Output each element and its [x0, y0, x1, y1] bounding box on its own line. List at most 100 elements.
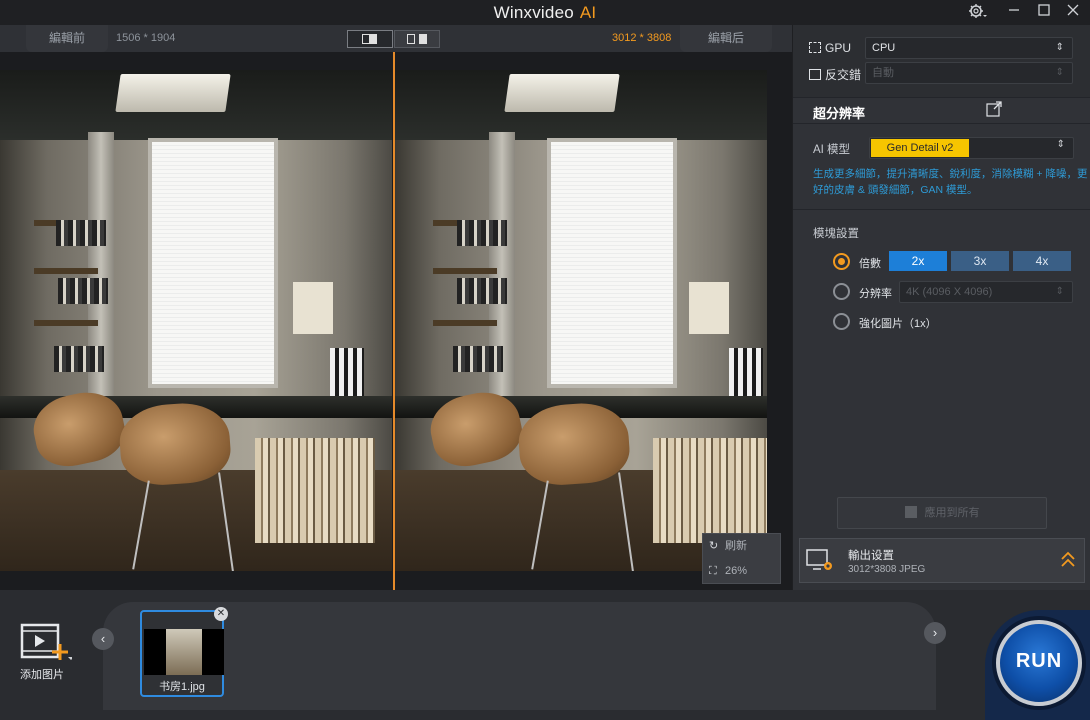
apply-all-label: 應用到所有 [924, 507, 980, 519]
select-arrow-icon: ⇕ [1055, 67, 1064, 78]
add-image-icon [20, 623, 72, 660]
ai-model-label: AI 模型 [813, 144, 851, 156]
app-title-text: Winxvideo [493, 3, 574, 22]
thumbnail-preview [144, 629, 224, 675]
divider [793, 97, 1090, 98]
scene-window [547, 138, 677, 388]
scene-window [148, 138, 278, 388]
chevron-right-icon[interactable]: › [924, 622, 946, 644]
gpu-label: GPU [825, 41, 852, 55]
scene-shelf [34, 268, 98, 274]
scale-2x-button[interactable]: 2x [889, 251, 947, 271]
interlace-select[interactable]: 自動 ⇕ [865, 62, 1073, 84]
maximize-icon[interactable] [1033, 2, 1055, 22]
app-title-ai: AI [579, 3, 597, 22]
before-image [0, 70, 392, 571]
app-window: Winxvideo AI 編輯前 1506 * 1904 3012 * 3808 … [0, 0, 1090, 720]
scene-books [457, 220, 507, 246]
single-view-pane-right [369, 34, 377, 44]
module-settings-title: 模塊設置 [813, 228, 859, 240]
divider [793, 123, 1090, 124]
output-settings[interactable]: 輸出设置 3012*3808 JPEG [799, 538, 1085, 583]
zoom-icon: ⛶ [709, 565, 717, 577]
after-label: 編輯后 [680, 25, 772, 52]
resolution-select-value: 4K (4096 X 4096) [906, 286, 993, 298]
title-bar: Winxvideo AI [0, 0, 1090, 25]
divider [793, 209, 1090, 210]
split-view-toggle[interactable] [394, 30, 440, 48]
scene-light [503, 74, 620, 112]
select-arrow-icon: ⇕ [1056, 139, 1065, 150]
remove-thumbnail-close-icon[interactable]: ✕ [214, 607, 228, 621]
scene-books [56, 220, 106, 246]
thumbnail-scene [166, 629, 202, 675]
ai-model-value: Gen Detail v2 [871, 139, 969, 157]
thumbnail-name: 书房1.jpg [159, 681, 205, 693]
add-image-button[interactable]: 添加图片 [18, 620, 80, 682]
app-title: Winxvideo AI [0, 3, 1090, 23]
scene-books [453, 346, 503, 372]
scene-shelf [34, 320, 98, 326]
zoom-control[interactable]: ⛶ 26% [709, 561, 747, 581]
scene-books [457, 278, 507, 304]
single-view-toggle[interactable] [347, 30, 393, 48]
scene-paper-rolls [255, 438, 375, 543]
output-settings-detail: 3012*3808 JPEG [848, 564, 926, 575]
refresh-button[interactable]: ↻ 刷新 [709, 536, 747, 556]
close-icon[interactable] [1062, 2, 1084, 22]
before-label: 編輯前 [26, 25, 108, 52]
select-arrow-icon: ⇕ [1055, 286, 1064, 297]
scene-light [114, 74, 231, 112]
super-resolution-title: 超分辨率 [813, 106, 866, 121]
resolution-label: 分辨率 [859, 288, 892, 300]
split-view-pane-left [407, 34, 415, 44]
gpu-select-value: CPU [872, 42, 896, 54]
gpu-select[interactable]: CPU ⇕ [865, 37, 1073, 59]
ai-model-select[interactable]: Gen Detail v2 ⇕ [869, 137, 1074, 159]
image-thumbnail[interactable]: 书房1.jpg [140, 610, 224, 697]
before-resolution: 1506 * 1904 [116, 32, 176, 44]
interlace-select-value: 自動 [872, 67, 894, 79]
split-view-pane-right [419, 34, 427, 44]
run-button[interactable]: RUN [996, 620, 1082, 706]
run-label: RUN [1015, 650, 1063, 672]
resolution-radio[interactable] [833, 283, 850, 300]
scene-books [54, 346, 104, 372]
output-settings-icon [806, 547, 834, 573]
settings-gear-icon[interactable] [966, 2, 988, 22]
minimize-icon[interactable] [1003, 2, 1025, 22]
gpu-row: GPU [809, 41, 851, 55]
scene-poster [689, 282, 729, 334]
chevron-left-icon[interactable]: ‹ [92, 628, 114, 650]
scale-label: 倍數 [859, 258, 881, 270]
enhance-label: 強化圖片（1x） [859, 318, 937, 330]
add-image-label: 添加图片 [20, 669, 64, 681]
ai-model-description: 生成更多細節，提升清晰度、銳利度，消除模糊 + 降噪，更好的皮膚 & 頭發細節，… [813, 168, 1088, 196]
scale-radio[interactable] [833, 253, 850, 270]
hardware-section: GPU CPU ⇕ 反交錯 自動 ⇕ [793, 25, 1090, 97]
resolution-select[interactable]: 4K (4096 X 4096) ⇕ [899, 281, 1073, 303]
scene-shelf [433, 320, 497, 326]
gpu-icon [809, 42, 821, 53]
interlace-row: 反交錯 [809, 66, 861, 83]
expand-icon[interactable] [986, 101, 1002, 117]
compare-divider-handle[interactable] [393, 52, 395, 590]
apply-to-all-button[interactable]: 應用到所有 [837, 497, 1047, 529]
viewer-controls: ↻ 刷新 ⛶ 26% [702, 533, 781, 584]
output-settings-title: 輸出设置 [848, 550, 894, 562]
interlace-label: 反交錯 [825, 68, 862, 82]
scale-3x-button[interactable]: 3x [951, 251, 1009, 271]
double-chevron-up-icon[interactable] [1060, 551, 1076, 569]
scene-poster [293, 282, 333, 334]
zoom-value: 26% [725, 565, 748, 577]
scene-books [58, 278, 108, 304]
select-arrow-icon: ⇕ [1055, 42, 1064, 53]
apply-all-icon [904, 506, 917, 518]
interlace-icon [809, 69, 821, 80]
enhance-radio[interactable] [833, 313, 850, 330]
image-viewport[interactable] [0, 52, 792, 590]
scene-shelf [433, 268, 497, 274]
after-image [395, 70, 767, 571]
scale-4x-button[interactable]: 4x [1013, 251, 1071, 271]
refresh-icon: ↻ [709, 540, 719, 552]
